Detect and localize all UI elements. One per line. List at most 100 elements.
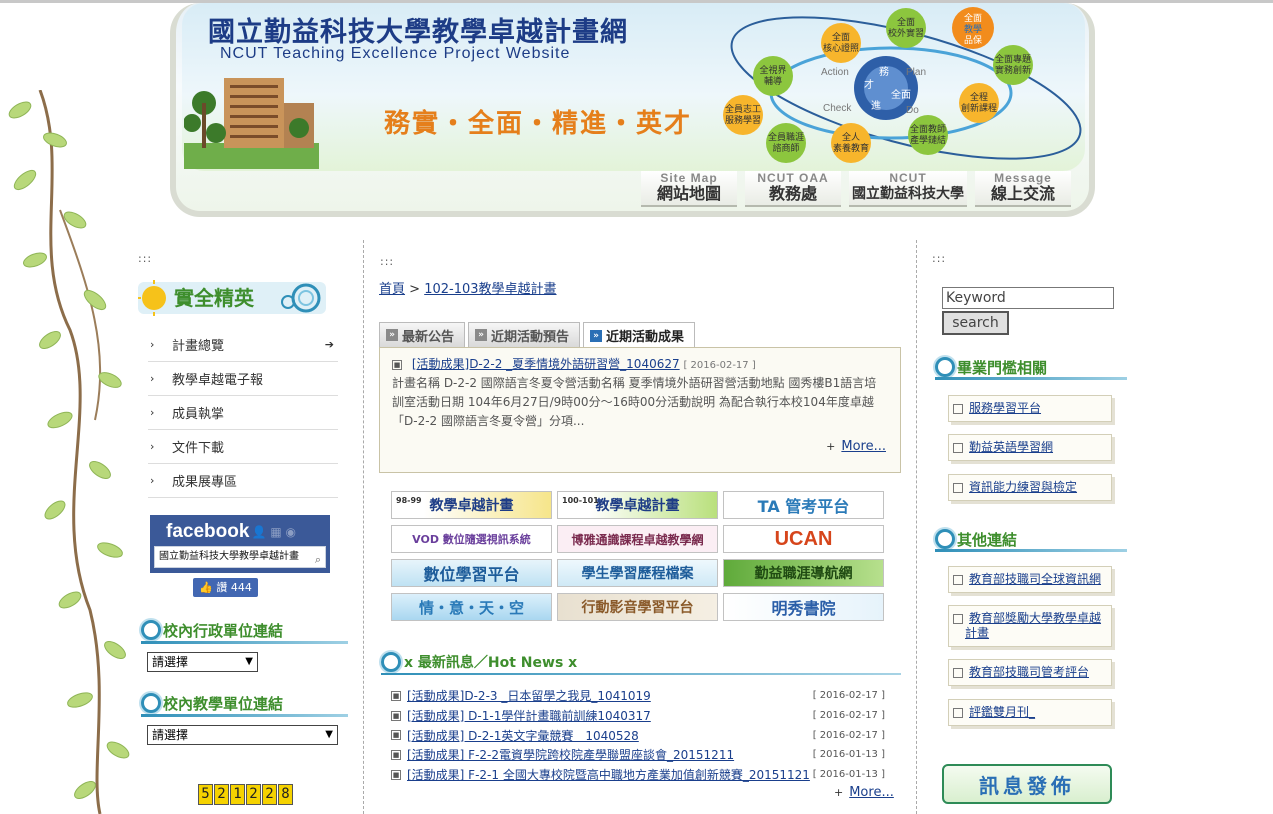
tab-label: 近期活動成果 [606, 330, 685, 345]
tab-results[interactable]: » 近期活動成果 [583, 322, 696, 348]
other-links-underline [935, 549, 1127, 552]
link-service-learning[interactable]: 服務學習平台 [948, 395, 1112, 422]
tab-latest[interactable]: » 最新公告 [379, 322, 466, 347]
banner-label: 勤益職涯導航網 [754, 566, 853, 582]
banner-label: 情・意・天・空 [418, 598, 524, 617]
svg-text:核心證照: 核心證照 [823, 42, 859, 54]
banner-ta-platform[interactable]: TA 管考平台 [723, 491, 884, 519]
banner-general-education[interactable]: 博雅通識課程卓越教學網 [557, 525, 718, 553]
bullet-icon: ■ [391, 730, 401, 741]
banner-sky[interactable]: 情・意・天・空 [391, 593, 552, 621]
svg-text:諮商師: 諮商師 [772, 142, 799, 154]
link-label[interactable]: 教育部技職司全球資訊網 [969, 572, 1101, 586]
nav-message[interactable]: Message 線上交流 [975, 171, 1071, 207]
plus-icon: + [834, 786, 844, 799]
message-publish-button[interactable]: 訊息發佈 [942, 764, 1112, 804]
hot-news-link[interactable]: [活動成果] F-2-2電資學院跨校院產學聯盟座談會_20151211 [407, 746, 813, 763]
hot-news-more: + More... [834, 785, 894, 800]
bullet-icon: ■ [391, 749, 401, 760]
list-item: ■ [活動成果] F-2-2電資學院跨校院產學聯盟座談會_20151211[ 20… [391, 745, 885, 765]
nav-message-zh: 線上交流 [990, 184, 1055, 203]
svg-text:才: 才 [864, 78, 874, 91]
banner-tag: 100-101 [562, 496, 599, 505]
list-item: ■ [活動成果] D-2-1英文字彙競賽＿1040528[ 2016-02-17 … [391, 725, 885, 745]
nav-ncut[interactable]: NCUT 國立勤益科技大學 [849, 171, 967, 207]
hot-news-link[interactable]: [活動成果]D-2-3 _日本留學之我見_1041019 [407, 687, 813, 704]
counter-digit: 1 [230, 784, 245, 805]
svg-text:教學: 教學 [964, 23, 982, 35]
link-moe-excellence[interactable]: 教育部獎勵大學教學卓越計畫 [948, 605, 1112, 647]
banner-mobile-video[interactable]: 行動影音學習平台 [557, 593, 718, 621]
facebook-widget[interactable]: facebook 👤 ▦ ◉ 國立勤益科技大學教學卓越計畫 ⌕ [150, 515, 330, 573]
hot-news-list: ■ [活動成果]D-2-3 _日本留學之我見_1041019[ 2016-02-1… [391, 686, 885, 784]
ring-icon [141, 620, 161, 640]
featured-news-link[interactable]: [活動成果]D-2-2 _夏季情境外語研習營_1040627 [412, 357, 680, 371]
nav-sitemap[interactable]: Site Map 網站地圖 [641, 171, 737, 207]
banner-mingxiu-academy[interactable]: 明秀書院 [723, 593, 884, 621]
link-label[interactable]: 資訊能力練習與檢定 [969, 480, 1077, 494]
menu-item-newsletter[interactable]: › 教學卓越電子報 [148, 362, 338, 396]
counter-digit: 2 [246, 784, 261, 805]
breadcrumb-home[interactable]: 首頁 [379, 282, 405, 297]
link-moe-evaluation[interactable]: 教育部技職司管考評台 [948, 659, 1112, 686]
nav-ncut-en: NCUT [889, 171, 927, 185]
link-label[interactable]: 服務學習平台 [969, 401, 1041, 415]
nav-oaa[interactable]: NCUT OAA 教務處 [745, 171, 841, 207]
link-moe-tvc[interactable]: 教育部技職司全球資訊網 [948, 566, 1112, 593]
link-evaluation-bimonthly[interactable]: 評鑑雙月刊_ [948, 699, 1112, 726]
banner-vod[interactable]: VOD 數位隨選視訊系統 [391, 525, 552, 553]
chevron-right-icon: › [150, 338, 155, 351]
featured-more-link[interactable]: More... [841, 439, 886, 454]
message-publish-label: 訊息發佈 [979, 773, 1075, 798]
svg-text:Action: Action [821, 67, 849, 78]
svg-text:創新課程: 創新課程 [961, 102, 997, 114]
counter-digit: 5 [198, 784, 213, 805]
link-label[interactable]: 評鑑雙月刊_ [969, 705, 1035, 719]
link-label[interactable]: 教育部獎勵大學教學卓越計畫 [965, 611, 1101, 640]
facebook-like-button[interactable]: 👍 讚 444 [193, 578, 258, 597]
hot-news-heading: x 最新訊息／Hot News x [381, 652, 577, 672]
tab-upcoming[interactable]: » 近期活動預告 [468, 322, 581, 347]
facebook-friends-icon: 👤 ▦ ◉ [251, 525, 296, 539]
banner-excellence-100-101[interactable]: 100-101 教學卓越計畫 [557, 491, 718, 519]
svg-text:素養教育: 素養教育 [833, 142, 869, 154]
svg-text:全面教師: 全面教師 [910, 123, 946, 135]
hot-news-link[interactable]: [活動成果] D-2-1英文字彙競賽＿1040528 [407, 727, 813, 744]
nav-oaa-en: NCUT OAA [757, 171, 829, 185]
banner-excellence-98-99[interactable]: 98-99 教學卓越計畫 [391, 491, 552, 519]
admin-select-value: 請選擇 [152, 655, 189, 669]
breadcrumb-separator: > [409, 282, 421, 297]
banner-career-navigation[interactable]: 勤益職涯導航網 [723, 559, 884, 587]
bullet-icon: ■ [391, 710, 401, 721]
banner-e-learning[interactable]: 數位學習平台 [391, 559, 552, 587]
breadcrumb-current[interactable]: 102-103教學卓越計畫 [424, 282, 556, 297]
svg-text:Check: Check [823, 103, 852, 114]
link-it-certification[interactable]: 資訊能力練習與檢定 [948, 474, 1112, 501]
right-dots: ::: [932, 252, 947, 265]
hot-news-link[interactable]: [活動成果] D-1-1學伴計畫職前訓練1040317 [407, 707, 813, 724]
hot-news-link[interactable]: [活動成果] F-2-1 全國大專校院暨高中職地方產業加值創新競賽_201511… [407, 766, 813, 783]
menu-item-exhibition[interactable]: › 成果展專區 [148, 464, 338, 498]
banner-ucan[interactable]: UCAN [723, 525, 884, 553]
admin-links-select[interactable]: 請選擇 ▼ [147, 652, 258, 672]
search-input[interactable]: Keyword [942, 287, 1114, 309]
banner-learning-portfolio[interactable]: 學生學習歷程檔案 [557, 559, 718, 587]
banner-label: 教學卓越計畫 [429, 498, 514, 514]
search-button[interactable]: search [942, 311, 1009, 335]
link-label[interactable]: 勤益英語學習網 [969, 440, 1053, 454]
facebook-page-name[interactable]: 國立勤益科技大學教學卓越計畫 ⌕ [154, 546, 326, 568]
hot-news-more-link[interactable]: More... [849, 785, 894, 800]
top-nav: Site Map 網站地圖 NCUT OAA 教務處 NCUT 國立勤益科技大學… [641, 171, 1071, 207]
menu-item-members[interactable]: › 成員執掌 [148, 396, 338, 430]
bullet-icon [953, 613, 963, 624]
menu-item-label: 教學卓越電子報 [172, 373, 264, 388]
svg-text:品保: 品保 [964, 34, 982, 46]
teaching-links-select[interactable]: 請選擇 ▼ [147, 725, 338, 745]
link-label[interactable]: 教育部技職司管考評台 [969, 665, 1089, 679]
link-english-learning[interactable]: 勤益英語學習網 [948, 434, 1112, 461]
vine-decoration [8, 90, 130, 814]
menu-item-downloads[interactable]: › 文件下載 [148, 430, 338, 464]
ring-icon [381, 652, 401, 672]
menu-item-overview[interactable]: › 計畫總覽 ➔ [148, 328, 338, 362]
svg-text:Do: Do [906, 105, 919, 116]
